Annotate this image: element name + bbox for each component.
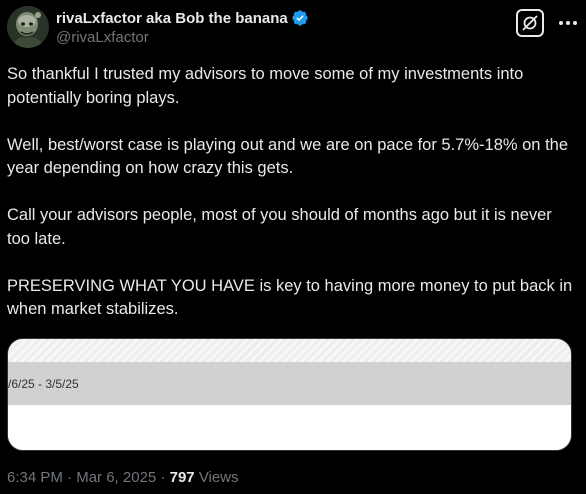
more-options-icon <box>559 21 577 25</box>
more-options-button[interactable] <box>557 12 579 34</box>
author-names: rivaLxfactor aka Bob the banana @rivaLxf… <box>56 8 309 46</box>
meta-separator: · <box>160 469 166 486</box>
tweet-paragraph: Call your advisors people, most of you s… <box>7 206 552 248</box>
tweet-time[interactable]: 6:34 PM <box>7 469 63 486</box>
tweet-meta: 6:34 PM · Mar 6, 2025 · 797 Views <box>7 469 239 486</box>
tweet-date[interactable]: Mar 6, 2025 <box>76 469 156 486</box>
tweet-header: rivaLxfactor aka Bob the banana @rivaLxf… <box>7 6 579 50</box>
media-date-range: /6/25 - 3/5/25 <box>8 377 79 391</box>
tweet-text: So thankful I trusted my advisors to mov… <box>7 63 579 322</box>
display-name-line: rivaLxfactor aka Bob the banana <box>56 8 309 28</box>
media-date-band <box>8 362 571 405</box>
tweet-paragraph: So thankful I trusted my advisors to mov… <box>7 65 524 107</box>
avatar-image <box>7 6 49 48</box>
media-header-band <box>8 339 571 362</box>
display-name[interactable]: rivaLxfactor aka Bob the banana <box>56 10 288 27</box>
views-count: 797 <box>169 469 195 486</box>
grok-icon <box>522 15 538 31</box>
tweet-paragraph: Well, best/worst case is playing out and… <box>7 135 569 178</box>
grok-button[interactable] <box>516 9 544 37</box>
verified-badge-icon[interactable] <box>291 9 309 27</box>
media-body <box>8 405 571 450</box>
views-label: Views <box>198 469 239 486</box>
tweet-paragraph: PRESERVING WHAT YOU HAVE is key to havin… <box>7 276 573 319</box>
avatar[interactable] <box>7 6 49 48</box>
author-handle[interactable]: @rivaLxfactor <box>56 29 309 46</box>
tweet-media-image[interactable]: /6/25 - 3/5/25 <box>7 338 572 451</box>
meta-separator: · <box>67 469 73 486</box>
